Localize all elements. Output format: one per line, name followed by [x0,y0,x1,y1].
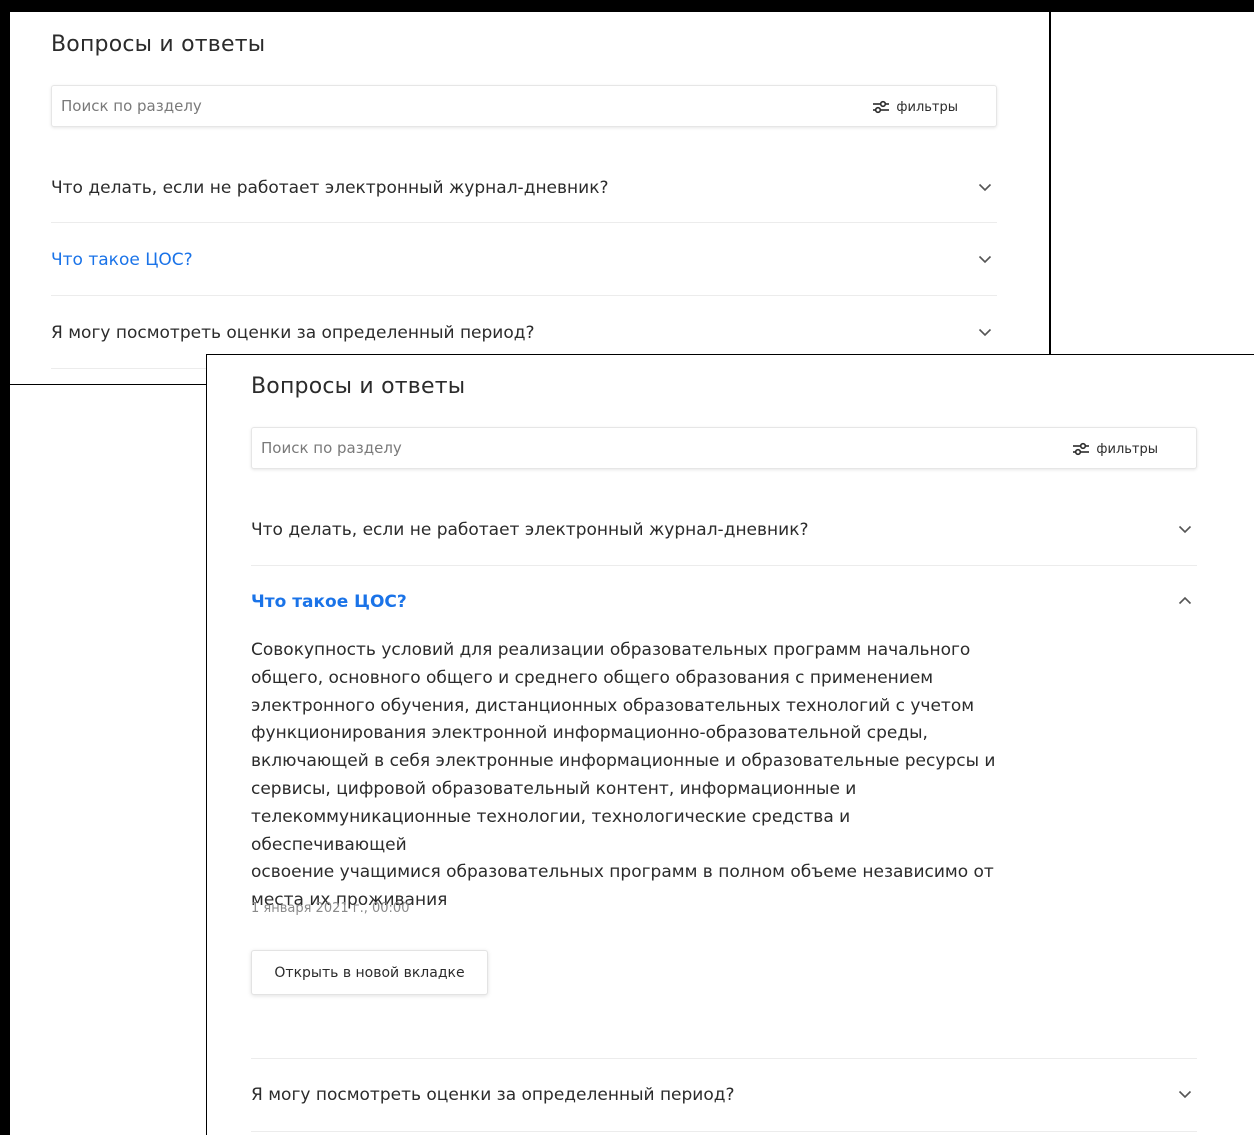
page-title: Вопросы и ответы [251,374,466,399]
frame-border-divider [1049,12,1051,355]
search-bar: фильтры [251,427,1197,469]
faq-question[interactable]: Что такое ЦОС? [251,592,407,612]
answer-line: функционирования электронной информацион… [251,723,928,744]
chevron-down-icon[interactable] [1178,525,1192,534]
sliders-icon [1073,442,1090,456]
faq-question[interactable]: Что делать, если не работает электронный… [251,520,809,540]
faq-panel-collapsed: Вопросы и ответы фильтры Что делать, есл… [10,12,1049,384]
chevron-down-icon[interactable] [978,183,992,192]
answer-line: сервисы, цифровой образовательный контен… [251,778,857,799]
faq-item[interactable]: Что делать, если не работает электронный… [251,495,1197,566]
chevron-down-icon[interactable] [978,255,992,264]
chevron-down-icon[interactable] [1178,1090,1192,1099]
faq-item[interactable]: Что делать, если не работает электронный… [51,152,997,223]
faq-panel-expanded: Вопросы и ответы фильтры Что делать, есл… [207,355,1254,1135]
faq-question[interactable]: Что такое ЦОС? [51,250,193,270]
open-in-new-tab-button[interactable]: Открыть в новой вкладке [251,950,488,995]
answer-date: 1 января 2021 г., 00:00 [251,901,410,916]
page-title: Вопросы и ответы [51,32,266,57]
faq-answer: Совокупность условий для реализации обра… [251,637,1011,915]
frame-border-back-bottom [0,384,207,385]
filters-label: фильтры [1096,441,1158,457]
faq-question[interactable]: Я могу посмотреть оценки за определенный… [251,1085,735,1105]
answer-line: Совокупность условий для реализации обра… [251,640,971,660]
search-input[interactable] [252,428,1032,468]
faq-question[interactable]: Что делать, если не работает электронный… [51,178,609,198]
sliders-icon [873,100,890,114]
filters-label: фильтры [896,99,958,115]
search-input[interactable] [52,86,832,126]
answer-line: включающей в себя электронные информацио… [251,751,996,772]
answer-line: телекоммуникационные технологии, техноло… [251,806,851,855]
faq-item[interactable]: Что такое ЦОС? [51,224,997,296]
answer-line: освоение учащимися образовательных прогр… [251,862,994,883]
answer-line: общего, основного общего и среднего обще… [251,667,934,688]
chevron-up-icon[interactable] [1178,596,1192,605]
frame-border-top [0,0,1254,12]
faq-question[interactable]: Я могу посмотреть оценки за определенный… [51,323,535,343]
filters-button[interactable]: фильтры [873,97,958,117]
search-bar: фильтры [51,85,997,127]
filters-button[interactable]: фильтры [1073,439,1158,459]
answer-line: электронного обучения, дистанционных обр… [251,695,975,716]
faq-item[interactable]: Я могу посмотреть оценки за определенный… [251,1060,1197,1132]
frame-border-left [0,0,10,1135]
chevron-down-icon[interactable] [978,328,992,337]
